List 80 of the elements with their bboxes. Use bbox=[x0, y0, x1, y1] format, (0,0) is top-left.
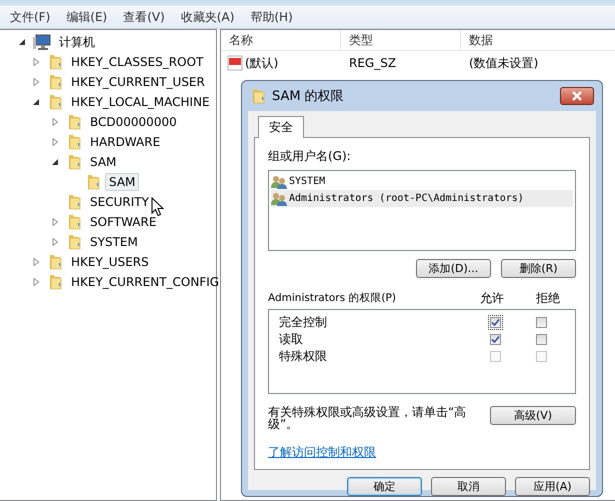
advanced-button[interactable]: 高级(V) bbox=[490, 406, 576, 425]
checkbox[interactable] bbox=[536, 350, 546, 362]
permission-name: 完全控制 bbox=[279, 314, 328, 331]
expanded-arrow-icon[interactable] bbox=[32, 98, 40, 106]
collapsed-arrow-icon[interactable] bbox=[32, 58, 40, 66]
collapsed-arrow-icon[interactable] bbox=[51, 138, 59, 146]
tree-item[interactable]: HKEY_CURRENT_CONFIG bbox=[67, 273, 224, 291]
table-cell-text: REG_SZ bbox=[348, 56, 398, 70]
folder-icon bbox=[85, 174, 101, 190]
folder-icon bbox=[47, 254, 63, 270]
cursor-icon bbox=[151, 197, 165, 217]
table-cell-text: (数值未设置) bbox=[468, 54, 538, 72]
close-button[interactable] bbox=[560, 87, 594, 105]
collapsed-arrow-icon[interactable] bbox=[51, 118, 59, 126]
tree-item[interactable]: HKEY_LOCAL_MACHINE bbox=[67, 93, 214, 111]
user-name: Administrators (root-PC\Administrators) bbox=[289, 193, 524, 204]
menu-item[interactable]: 编辑(E) bbox=[58, 8, 116, 26]
menu-item[interactable]: 帮助(H) bbox=[242, 8, 301, 26]
tree-item[interactable]: SECURITY bbox=[86, 193, 153, 211]
tree-item[interactable]: BCD00000000 bbox=[86, 113, 181, 131]
tree-item[interactable]: HKEY_USERS bbox=[67, 253, 153, 271]
tree-item[interactable]: SAM bbox=[86, 153, 120, 171]
collapsed-arrow-icon[interactable] bbox=[51, 218, 59, 226]
tab[interactable]: 安全 bbox=[258, 116, 304, 138]
folder-icon bbox=[66, 234, 82, 250]
close-icon bbox=[571, 91, 583, 101]
folder-icon bbox=[66, 214, 82, 230]
dialog-button[interactable]: 应用(A) bbox=[515, 477, 590, 496]
advanced-note: 有关特殊权限或高级设置，请单击“高级”。 bbox=[268, 406, 468, 430]
permissions-label: Administrators 的权限(P) bbox=[268, 291, 397, 306]
expanded-arrow-icon[interactable] bbox=[18, 38, 26, 46]
expanded-arrow-icon[interactable] bbox=[51, 158, 59, 166]
folder-icon bbox=[47, 94, 63, 110]
string-value-icon bbox=[227, 55, 243, 71]
tree-item[interactable]: HKEY_CURRENT_USER bbox=[67, 73, 209, 91]
checkbox[interactable] bbox=[490, 316, 500, 328]
checkbox[interactable] bbox=[536, 316, 546, 328]
tree-item[interactable]: SOFTWARE bbox=[86, 213, 160, 231]
folder-icon bbox=[66, 154, 82, 170]
collapsed-arrow-icon[interactable] bbox=[51, 238, 59, 246]
checkbox[interactable] bbox=[490, 350, 500, 362]
groups-label: 组或用户名(G): bbox=[268, 148, 352, 165]
menu-item[interactable]: 查看(V) bbox=[115, 8, 173, 26]
folder-icon bbox=[47, 274, 63, 290]
user-name: SYSTEM bbox=[289, 176, 326, 187]
folder-icon bbox=[47, 54, 63, 70]
deny-header: 拒绝 bbox=[535, 290, 561, 307]
menu-item[interactable]: 文件(F) bbox=[2, 8, 58, 26]
dialog-title: SAM 的权限 bbox=[272, 88, 345, 105]
column-header[interactable]: 类型 bbox=[341, 30, 461, 50]
menu-item[interactable]: 收藏夹(A) bbox=[172, 8, 242, 26]
tree-item[interactable]: HARDWARE bbox=[86, 133, 164, 151]
permission-name: 读取 bbox=[279, 330, 304, 348]
tree-item[interactable]: 计算机 bbox=[55, 32, 99, 52]
checkbox[interactable] bbox=[490, 334, 500, 345]
remove-button[interactable]: 删除(R) bbox=[501, 258, 576, 278]
checkbox[interactable] bbox=[536, 334, 546, 345]
help-link[interactable]: 了解访问控制和权限 bbox=[268, 444, 576, 461]
add-button[interactable]: 添加(D)... bbox=[416, 258, 491, 278]
dialog-button[interactable]: 确定 bbox=[347, 477, 422, 496]
column-header[interactable]: 数据 bbox=[461, 30, 615, 50]
permission-name: 特殊权限 bbox=[279, 348, 328, 365]
tree-item[interactable]: SAM bbox=[105, 173, 140, 191]
folder-icon bbox=[47, 74, 63, 90]
collapsed-arrow-icon[interactable] bbox=[32, 78, 40, 86]
collapsed-arrow-icon[interactable] bbox=[32, 278, 40, 286]
folder-icon bbox=[250, 88, 266, 104]
computer-icon bbox=[33, 34, 51, 50]
value-name: (默认) bbox=[245, 54, 278, 72]
folder-icon bbox=[66, 114, 82, 130]
dialog-button[interactable]: 取消 bbox=[431, 477, 506, 496]
users-icon bbox=[271, 174, 287, 188]
users-icon bbox=[271, 192, 287, 206]
collapsed-arrow-icon[interactable] bbox=[32, 258, 40, 266]
allow-header: 允许 bbox=[479, 290, 505, 307]
folder-icon bbox=[66, 134, 82, 150]
column-header[interactable]: 名称 bbox=[221, 30, 341, 50]
tree-item[interactable]: SYSTEM bbox=[86, 233, 142, 251]
tree-item[interactable]: HKEY_CLASSES_ROOT bbox=[67, 53, 208, 71]
folder-icon bbox=[66, 194, 82, 210]
